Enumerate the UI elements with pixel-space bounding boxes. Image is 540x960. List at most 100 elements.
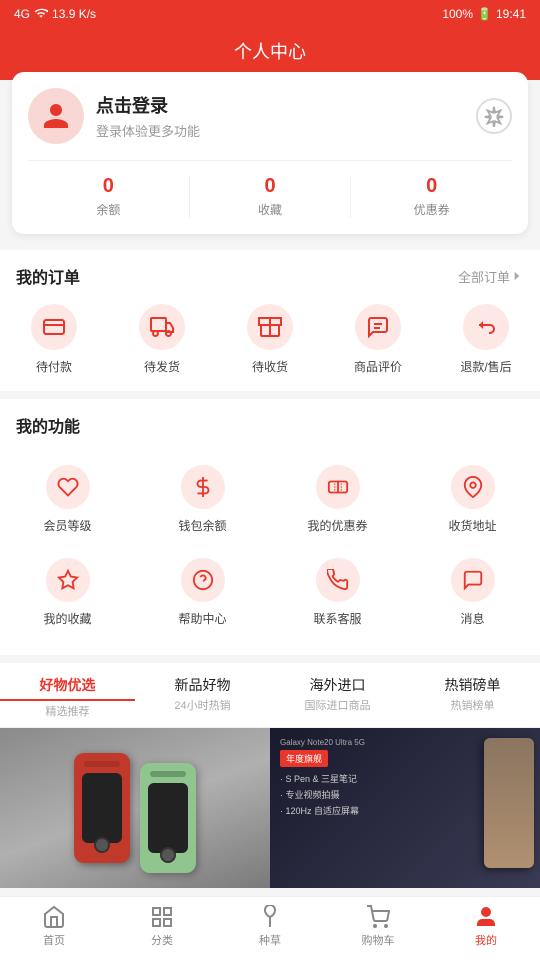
review-icon [366, 315, 390, 339]
stats-row: 0 余额 0 收藏 0 优惠券 [28, 160, 512, 218]
category-tabs: 好物优选 精选推荐 新品好物 24小时热销 海外进口 国际进口商品 热销磅单 热… [0, 663, 540, 728]
product-row: Galaxy Note20 Ultra 5G 年度旗舰 · S Pen & 三星… [0, 728, 540, 888]
functions-title: 我的功能 [16, 413, 80, 437]
func-messages[interactable]: 消息 [405, 546, 540, 639]
pending-payment-icon [42, 315, 66, 339]
cat-new-name: 新品好物 [135, 675, 270, 695]
plant-icon [258, 905, 282, 929]
cat-hot-name: 热销磅单 [405, 675, 540, 695]
order-icons-row: 待付款 待发货 [0, 298, 540, 391]
order-pending-payment[interactable]: 待付款 [0, 304, 108, 375]
status-left: 4G 13.9 K/s [14, 6, 96, 23]
balance-value: 0 [28, 175, 189, 198]
func-address-label: 收货地址 [448, 517, 496, 534]
address-icon [462, 476, 484, 498]
login-sub: 登录体验更多功能 [96, 121, 200, 140]
stat-balance[interactable]: 0 余额 [28, 175, 189, 218]
user-avatar-icon [41, 101, 71, 131]
wifi-icon [34, 6, 48, 23]
cat-featured-name: 好物优选 [0, 675, 135, 701]
nav-profile[interactable]: 我的 [432, 905, 540, 948]
product-right[interactable]: Galaxy Note20 Ultra 5G 年度旗舰 · S Pen & 三星… [270, 728, 540, 888]
cat-tab-import[interactable]: 海外进口 国际进口商品 [270, 675, 405, 719]
speed-text: 13.9 K/s [52, 7, 96, 21]
product-left[interactable] [0, 728, 270, 888]
grid-icon [150, 905, 174, 929]
coupons-label: 优惠券 [351, 201, 512, 218]
order-pending-payment-label: 待付款 [36, 358, 72, 375]
profile-info[interactable]: 点击登录 登录体验更多功能 [28, 88, 200, 144]
func-help[interactable]: 帮助中心 [135, 546, 270, 639]
func-coupon-label: 我的优惠券 [307, 517, 367, 534]
battery-icon: 🔋 [477, 7, 492, 21]
func-favorites-label: 我的收藏 [43, 610, 91, 627]
func-membership-label: 会员等级 [43, 517, 91, 534]
func-messages-label: 消息 [460, 610, 484, 627]
stat-coupons[interactable]: 0 优惠券 [350, 175, 512, 218]
chevron-right-icon [510, 269, 524, 283]
cat-featured-sub: 精选推荐 [0, 703, 135, 719]
order-pending-receive[interactable]: 待收货 [216, 304, 324, 375]
nav-plant[interactable]: 种草 [216, 905, 324, 948]
functions-section: 我的功能 会员等级 钱包余额 [0, 399, 540, 655]
cat-import-name: 海外进口 [270, 675, 405, 695]
func-favorites[interactable]: 我的收藏 [0, 546, 135, 639]
login-text: 点击登录 [96, 92, 200, 118]
profile-card: 点击登录 登录体验更多功能 0 余额 0 收藏 0 优惠券 [12, 72, 528, 234]
status-bar: 4G 13.9 K/s 100% 🔋 19:41 [0, 0, 540, 28]
refund-icon [474, 315, 498, 339]
help-icon [192, 569, 214, 591]
stat-favorites[interactable]: 0 收藏 [189, 175, 351, 218]
nav-cart[interactable]: 购物车 [324, 905, 432, 948]
nav-profile-label: 我的 [475, 932, 497, 948]
func-membership[interactable]: 会员等级 [0, 453, 135, 546]
cat-tab-hot[interactable]: 热销磅单 热销榜单 [405, 675, 540, 719]
balance-label: 余额 [28, 201, 189, 218]
signal-icon: 4G [14, 7, 30, 21]
cat-tab-featured[interactable]: 好物优选 精选推荐 [0, 675, 135, 719]
pending-receive-icon [258, 315, 282, 339]
settings-button[interactable] [476, 98, 512, 134]
page-title: 个人中心 [234, 42, 306, 62]
order-review[interactable]: 商品评价 [324, 304, 432, 375]
orders-more[interactable]: 全部订单 [458, 267, 524, 286]
avatar[interactable] [28, 88, 84, 144]
cart-icon [366, 905, 390, 929]
func-service[interactable]: 联系客服 [270, 546, 405, 639]
order-refund-label: 退款/售后 [460, 358, 511, 375]
pending-ship-icon [150, 315, 174, 339]
status-right: 100% 🔋 19:41 [442, 7, 526, 21]
order-pending-ship[interactable]: 待发货 [108, 304, 216, 375]
nav-category-label: 分类 [151, 932, 173, 948]
product-badge: 年度旗舰 [280, 750, 328, 767]
cat-new-sub: 24小时热销 [135, 697, 270, 713]
func-coupon[interactable]: 我的优惠券 [270, 453, 405, 546]
func-help-label: 帮助中心 [178, 610, 226, 627]
functions-grid: 会员等级 钱包余额 [0, 447, 540, 655]
orders-section: 我的订单 全部订单 待付款 [0, 250, 540, 391]
nav-home-label: 首页 [43, 932, 65, 948]
favorites-label: 收藏 [190, 201, 351, 218]
nav-cart-label: 购物车 [362, 932, 395, 948]
coupon-icon [327, 476, 349, 498]
bottom-nav: 首页 分类 种草 购物车 我的 [0, 896, 540, 960]
cat-tab-new[interactable]: 新品好物 24小时热销 [135, 675, 270, 719]
membership-icon [57, 476, 79, 498]
func-wallet[interactable]: 钱包余额 [135, 453, 270, 546]
nav-plant-label: 种草 [259, 932, 281, 948]
favorites-icon [57, 569, 79, 591]
orders-title: 我的订单 [16, 264, 80, 288]
nav-category[interactable]: 分类 [108, 905, 216, 948]
order-pending-receive-label: 待收货 [252, 358, 288, 375]
time-text: 19:41 [496, 7, 526, 21]
cat-import-sub: 国际进口商品 [270, 697, 405, 713]
order-refund[interactable]: 退款/售后 [432, 304, 540, 375]
favorites-value: 0 [190, 175, 351, 198]
home-icon [42, 905, 66, 929]
nav-home[interactable]: 首页 [0, 905, 108, 948]
settings-icon [483, 105, 505, 127]
func-address[interactable]: 收货地址 [405, 453, 540, 546]
profile-icon [474, 905, 498, 929]
order-pending-ship-label: 待发货 [144, 358, 180, 375]
messages-icon [462, 569, 484, 591]
